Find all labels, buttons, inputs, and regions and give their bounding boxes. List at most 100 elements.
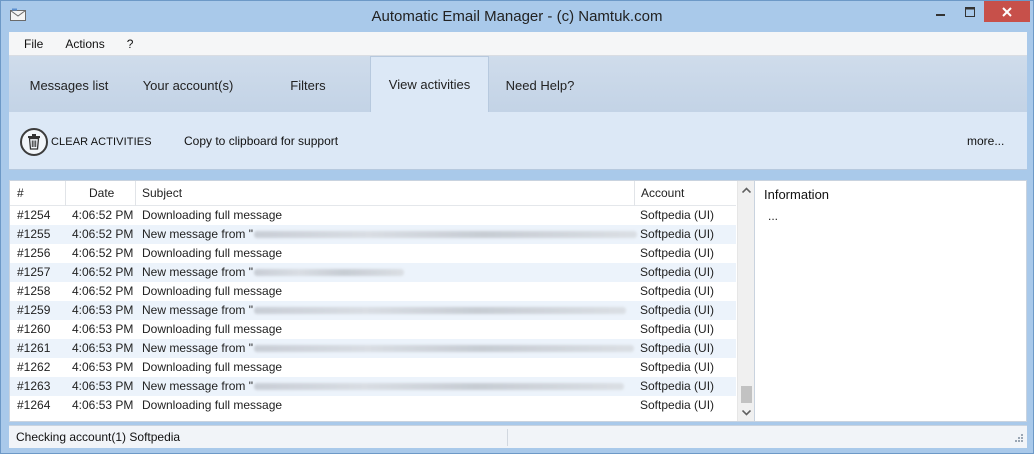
tab-strip: Messages list Your account(s) Filters Vi… (9, 56, 1027, 112)
table-row[interactable]: #1262 4:06:53 PM Downloading full message S… (10, 358, 736, 377)
column-divider[interactable] (65, 181, 66, 206)
row-subject: Downloading full message (142, 206, 640, 225)
status-text: Checking account(1) Softpedia (16, 430, 181, 444)
trash-icon (20, 128, 48, 156)
tab-need-help[interactable]: Need Help? (499, 58, 581, 112)
table-row[interactable]: #1264 4:06:53 PM Downloading full message S… (10, 396, 736, 415)
row-subject: New message from " (142, 225, 640, 244)
row-number: #1259 (17, 301, 67, 320)
table-row[interactable]: #1259 4:06:53 PM New message from " Softped… (10, 301, 736, 320)
menu-actions[interactable]: Actions (58, 37, 111, 51)
clear-activities-button[interactable]: CLEAR ACTIVITIES (20, 128, 152, 156)
row-date: 4:06:52 PM (72, 244, 142, 263)
row-subject-text: New message from " (142, 341, 253, 355)
row-date: 4:06:53 PM (72, 358, 142, 377)
row-number-text: #1257 (17, 265, 51, 279)
row-account-text: Softpedia (UI) (640, 284, 715, 298)
row-number: #1263 (17, 377, 67, 396)
grid-header: # Date Subject Account (10, 181, 736, 206)
column-divider[interactable] (634, 181, 635, 206)
scrollbar-thumb[interactable] (741, 386, 752, 403)
row-account: Softpedia (UI) (640, 320, 736, 339)
row-date: 4:06:53 PM (72, 339, 142, 358)
row-subject: New message from " (142, 377, 640, 396)
status-divider (507, 429, 508, 446)
row-date-text: 4:06:52 PM (72, 284, 134, 298)
more-link[interactable]: more... (967, 134, 1004, 148)
row-subject-text: Downloading full message (142, 246, 283, 260)
table-row[interactable]: #1257 4:06:52 PM New message from " Softped… (10, 263, 736, 282)
row-number-text: #1259 (17, 303, 51, 317)
column-header-date[interactable]: Date (89, 181, 114, 206)
row-account-text: Softpedia (UI) (640, 341, 715, 355)
vertical-scrollbar[interactable] (737, 181, 754, 421)
table-row[interactable]: #1256 4:06:52 PM Downloading full message S… (10, 244, 736, 263)
row-account-text: Softpedia (UI) (640, 360, 715, 374)
maximize-button[interactable] (956, 1, 984, 22)
table-row[interactable]: #1258 4:06:52 PM Downloading full message S… (10, 282, 736, 301)
row-number-text: #1260 (17, 322, 51, 336)
row-date-text: 4:06:52 PM (72, 265, 134, 279)
tab-filters[interactable]: Filters (265, 58, 351, 112)
table-row[interactable]: #1260 4:06:53 PM Downloading full message S… (10, 320, 736, 339)
row-number-text: #1258 (17, 284, 51, 298)
row-subject: Downloading full message (142, 396, 640, 415)
row-subject: Downloading full message (142, 244, 640, 263)
copy-to-clipboard-link[interactable]: Copy to clipboard for support (184, 134, 338, 148)
table-row[interactable]: #1254 4:06:52 PM Downloading full message S… (10, 206, 736, 225)
row-number: #1255 (17, 225, 67, 244)
chevron-down-icon (742, 409, 751, 416)
row-date-text: 4:06:52 PM (72, 227, 134, 241)
row-date-text: 4:06:53 PM (72, 379, 134, 393)
information-title: Information (764, 187, 830, 202)
row-subject-text: Downloading full message (142, 208, 283, 222)
table-row[interactable]: #1263 4:06:53 PM New message from " Softped… (10, 377, 736, 396)
table-row[interactable]: #1255 4:06:52 PM New message from " Softped… (10, 225, 736, 244)
window-title: Automatic Email Manager - (c) Namtuk.com (371, 8, 663, 25)
row-account-text: Softpedia (UI) (640, 227, 715, 241)
close-button[interactable] (984, 1, 1030, 22)
column-header-account[interactable]: Account (641, 181, 684, 206)
row-subject: Downloading full message (142, 282, 640, 301)
row-account: Softpedia (UI) (640, 225, 736, 244)
row-date: 4:06:52 PM (72, 282, 142, 301)
row-number: #1254 (17, 206, 67, 225)
row-date-text: 4:06:53 PM (72, 360, 134, 374)
row-number-text: #1261 (17, 341, 51, 355)
row-subject-text: Downloading full message (142, 398, 283, 412)
row-account-text: Softpedia (UI) (640, 398, 715, 412)
redacted-sender (253, 383, 624, 391)
status-bar: Checking account(1) Softpedia (9, 425, 1027, 448)
row-date-text: 4:06:52 PM (72, 246, 134, 260)
row-subject-text: New message from " (142, 379, 253, 393)
row-account-text: Softpedia (UI) (640, 322, 715, 336)
row-date-text: 4:06:53 PM (72, 303, 134, 317)
row-number: #1261 (17, 339, 67, 358)
row-number-text: #1255 (17, 227, 51, 241)
tab-your-accounts[interactable]: Your account(s) (133, 58, 243, 112)
column-header-number[interactable]: # (17, 181, 24, 206)
row-subject: New message from " (142, 263, 640, 282)
row-number-text: #1262 (17, 360, 51, 374)
row-number: #1262 (17, 358, 67, 377)
row-account: Softpedia (UI) (640, 244, 736, 263)
table-row[interactable]: #1261 4:06:53 PM New message from " Softped… (10, 339, 736, 358)
minimize-button[interactable] (927, 1, 955, 22)
envelope-icon[interactable] (10, 8, 26, 22)
title-bar[interactable]: Automatic Email Manager - (c) Namtuk.com (1, 1, 1033, 32)
row-date: 4:06:52 PM (72, 206, 142, 225)
scroll-down-button[interactable] (738, 404, 755, 421)
tab-messages-list[interactable]: Messages list (17, 58, 121, 112)
menu-help[interactable]: ? (120, 37, 141, 51)
activities-toolbar: CLEAR ACTIVITIES Copy to clipboard for s… (9, 112, 1027, 170)
scroll-up-button[interactable] (738, 181, 755, 198)
row-subject-text: Downloading full message (142, 360, 283, 374)
menu-file[interactable]: File (17, 37, 50, 51)
resize-grip-icon[interactable] (1012, 433, 1024, 445)
row-number: #1264 (17, 396, 67, 415)
tab-view-activities[interactable]: View activities (370, 56, 489, 112)
app-window: Automatic Email Manager - (c) Namtuk.com… (0, 0, 1034, 454)
column-divider[interactable] (135, 181, 136, 206)
column-header-subject[interactable]: Subject (142, 181, 182, 206)
activities-grid: # Date Subject Account #1254 4:06:52 PM Do… (9, 180, 755, 422)
